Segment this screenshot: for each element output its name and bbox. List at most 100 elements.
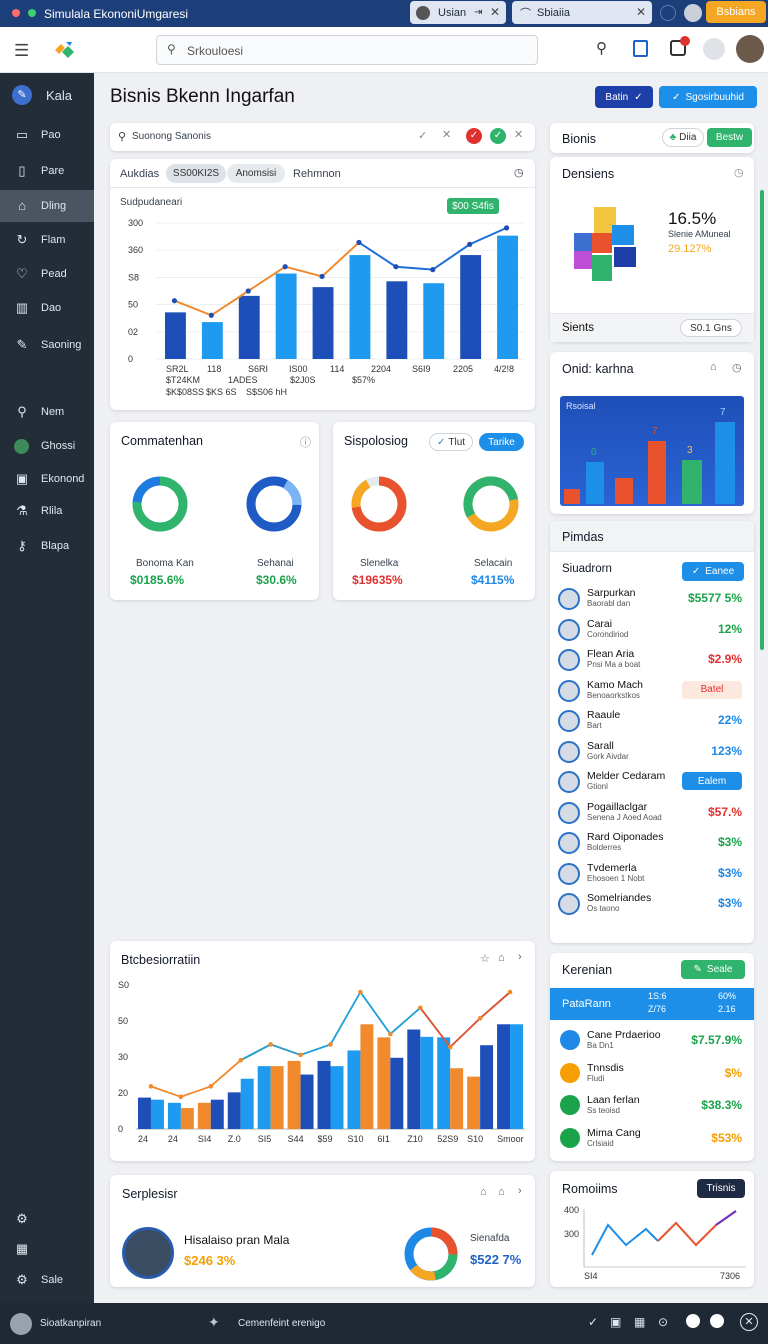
list-item[interactable]: Laan ferlan Ss teoisd $38.3% (550, 1092, 754, 1122)
record-icon[interactable]: ⊙ (658, 1315, 668, 1329)
status-icon[interactable] (686, 1314, 700, 1328)
app-bar: ☰ ⚲ Srkouloesi ⚲ (0, 27, 768, 73)
tab-label: Usian (438, 6, 467, 19)
avatar[interactable] (736, 35, 764, 63)
home-icon[interactable]: ⌂ (710, 361, 717, 373)
menu-icon[interactable]: ☰ (14, 41, 29, 61)
check-icon[interactable]: ✓ (466, 128, 482, 144)
list-item[interactable]: Sarpurkan Baorabl dan $5577 5% (550, 585, 754, 615)
donut-chart-yellow (463, 476, 519, 532)
data-point (417, 1005, 423, 1011)
avatar[interactable] (10, 1313, 32, 1335)
chevron-right-icon[interactable]: › (518, 1185, 522, 1197)
card-title: Sispolosiog (344, 434, 408, 448)
donut-label: Slenelka (360, 558, 399, 569)
sidebar-item-sale[interactable]: ⚙ Sale (0, 1265, 94, 1295)
sidebar-item-pead[interactable]: ♡ Pead (0, 259, 94, 289)
clock-icon[interactable]: ◷ (732, 361, 742, 374)
diia-button[interactable]: ♣ Diia (662, 128, 704, 147)
check-icon[interactable]: ✓ (418, 129, 427, 142)
row-button[interactable]: Ealem (682, 772, 742, 790)
list-item[interactable]: Somelriandes Os taono $3% (550, 890, 754, 920)
list-item[interactable]: Flean Aria Pnsi Ma a boat $2.9% (550, 646, 754, 676)
tlut-button[interactable]: ✓ Tlut (429, 433, 473, 451)
check-icon[interactable]: ✓ (490, 128, 506, 144)
row-button[interactable]: Batel (682, 680, 742, 699)
home-icon[interactable]: ⌂ (480, 1186, 487, 1198)
sidebar-item-dao[interactable]: ▥ Dao (0, 293, 94, 323)
status-icon[interactable] (710, 1314, 724, 1328)
sidebar-item-ekonond[interactable]: ▣ Ekonond (0, 464, 94, 494)
list-item[interactable]: Raaule Bart 22% (550, 707, 754, 737)
close-dot[interactable] (12, 9, 20, 17)
list-item[interactable]: Tvdemerla Ehosoen 1 Nobt $3% (550, 860, 754, 890)
tarike-button[interactable]: Tarike (479, 433, 524, 451)
row-sub: Ehosoen 1 Nobt (587, 873, 645, 883)
avatar (558, 618, 580, 641)
sidebar-item-blapa[interactable]: ⚷ Blapa (0, 531, 94, 561)
sgosirbuuhid-button[interactable]: ✓ Sgosirbuuhid (659, 86, 757, 108)
bestw-button[interactable]: Bestw (707, 128, 752, 147)
card-title: Commatenhan (121, 434, 203, 448)
series-line (358, 226, 507, 271)
list-item[interactable]: Tnnsdis Fludi $% (550, 1060, 754, 1090)
list-item[interactable]: Kamo Mach Benoaorkstkos Batel (550, 677, 754, 707)
sidebar-item-flam[interactable]: ↻ Flam (0, 225, 94, 255)
sidebar-item-pao[interactable]: ▭ Pao (0, 120, 94, 150)
close-icon[interactable]: ✕ (442, 128, 451, 141)
seale-button[interactable]: ✎ Seale (681, 960, 745, 979)
cubes-illustration (574, 207, 636, 281)
check-icon[interactable]: ✓ (588, 1315, 598, 1329)
info-icon[interactable]: ⓘ (300, 434, 311, 450)
user-badge[interactable]: Bsbians (706, 1, 766, 23)
footer-button[interactable]: S0.1 Gns (680, 319, 742, 337)
sidebar-workspace[interactable]: ✎ Kala (0, 80, 94, 110)
list-item[interactable]: Rard Oiponades Bolderres $3% (550, 829, 754, 859)
close-icon[interactable]: ✕ (514, 128, 523, 141)
close-icon[interactable]: ✕ (636, 5, 646, 19)
scrollbar[interactable] (760, 190, 764, 650)
home-icon[interactable]: ⌂ (498, 1186, 505, 1198)
list-item[interactable]: Sarall Gork Aivdar 123% (550, 738, 754, 768)
x-tick: S6I9 (412, 364, 431, 374)
close-icon[interactable]: ✕ (740, 1313, 758, 1331)
avatar[interactable] (684, 4, 702, 22)
y-tick: 300 (128, 218, 143, 228)
tab-usian[interactable]: Usian ⇥ ✕ (410, 1, 506, 24)
avatar (558, 588, 580, 610)
maximize-dot[interactable] (28, 9, 36, 17)
sidebar-calendar[interactable]: ▦ (0, 1234, 94, 1264)
list-item[interactable]: Mima Cang Crlsiaid $53% (550, 1125, 754, 1155)
user-icon[interactable] (703, 38, 725, 60)
tab-sbiaiia[interactable]: ⌒ Sbiaiia ✕ (512, 1, 652, 24)
search-icon[interactable]: ⚲ (596, 39, 607, 57)
filter-bar[interactable]: ⚲ Suonong Sanonis ✓ ✕ ✓ ✓ ✕ (110, 123, 535, 151)
sidebar-item-rlila[interactable]: ⚗ Rlila (0, 496, 94, 526)
list-item[interactable]: Pogaillaclgar Senena J Aoed Aoad $57.% (550, 799, 754, 829)
bar-label: 3 (687, 445, 693, 456)
sidebar-item-nem[interactable]: ⚲ Nem (0, 397, 94, 427)
document-icon[interactable] (633, 40, 648, 57)
close-icon[interactable]: ✕ (490, 5, 500, 19)
folder-icon: ▭ (15, 127, 29, 142)
row-value: $3% (717, 865, 742, 880)
clock-icon[interactable]: ◷ (734, 166, 744, 179)
window-icon[interactable]: ▣ (610, 1315, 621, 1329)
button-label: Seale (706, 964, 733, 975)
sidebar-item-saoning[interactable]: ✎ Saoning (0, 330, 94, 360)
list-item[interactable]: Carai Corondiriod 12% (550, 616, 754, 646)
calendar-icon[interactable]: ▦ (634, 1315, 645, 1329)
profile-icon[interactable] (660, 5, 676, 21)
list-item[interactable]: Melder Cedaram Gtionl Ealem (550, 768, 754, 798)
list-item[interactable]: Cane Prdaerioo Ba Dn1 $7.57.9% (550, 1027, 754, 1057)
sidebar-item-ghossi[interactable]: Ghossi (0, 431, 94, 461)
eanee-button[interactable]: ✓ Eanee (682, 562, 744, 581)
sidebar-settings[interactable]: ⚙ (0, 1204, 94, 1234)
sidebar-item-dling[interactable]: ⌂ Dling (0, 190, 94, 222)
avatar (558, 710, 580, 732)
batin-button[interactable]: Batin ✓ (595, 86, 653, 108)
search-input[interactable]: ⚲ Srkouloesi (156, 35, 538, 65)
x-tick: SR2L (166, 364, 189, 374)
sidebar-item-pare[interactable]: ▯ Pare (0, 156, 94, 186)
x-tick: 118 (207, 364, 221, 374)
